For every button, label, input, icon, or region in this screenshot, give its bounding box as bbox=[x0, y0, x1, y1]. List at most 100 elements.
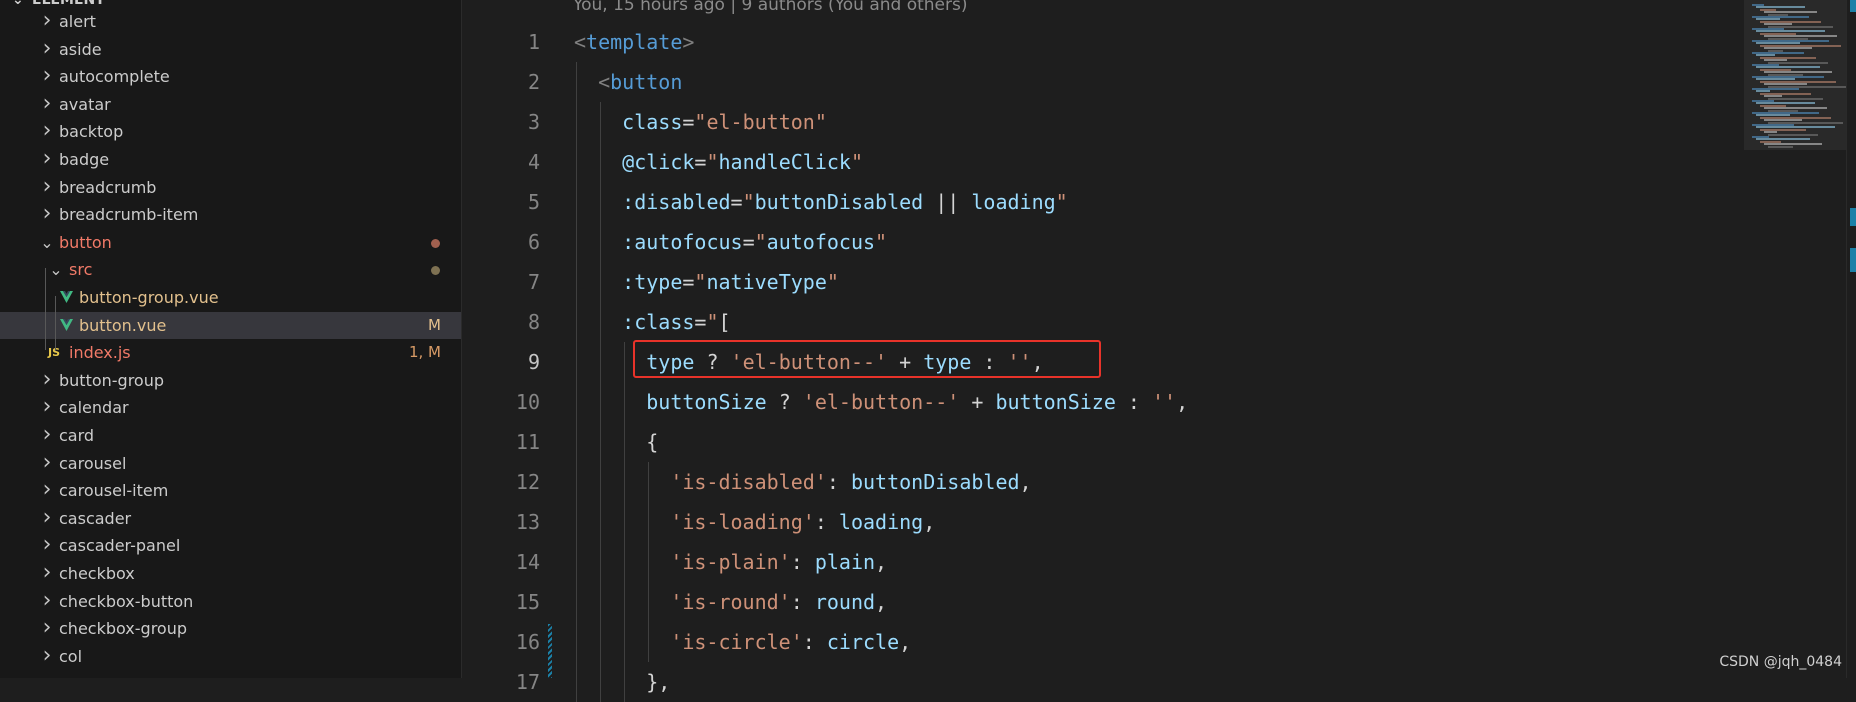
chevron-right-icon: › bbox=[42, 90, 52, 116]
indent-guide bbox=[576, 502, 577, 542]
tree-item-button-vue[interactable]: button.vue M bbox=[0, 311, 461, 340]
chevron-right-icon: › bbox=[42, 587, 52, 613]
code-line[interactable]: 13 'is-loading': loading, bbox=[462, 502, 1744, 542]
code-line[interactable]: 14 'is-plain': plain, bbox=[462, 542, 1744, 582]
indent-guide bbox=[600, 142, 602, 182]
code-text: { bbox=[646, 430, 659, 454]
indent-guide bbox=[576, 622, 577, 662]
indent-guide bbox=[624, 542, 626, 582]
tree-item-breadcrumb[interactable]: › breadcrumb bbox=[0, 174, 461, 202]
indent-guide bbox=[576, 142, 577, 182]
code-line[interactable]: 15 'is-round': round, bbox=[462, 582, 1744, 622]
tree-item-button-group-vue[interactable]: button-group.vue bbox=[0, 284, 461, 312]
tree-item-autocomplete[interactable]: › autocomplete bbox=[0, 63, 461, 91]
git-blame-codelens[interactable]: You, 15 hours ago | 9 authors (You and o… bbox=[573, 0, 968, 15]
tree-item-col[interactable]: › col bbox=[0, 643, 461, 671]
code-line[interactable]: 7:type="nativeType" bbox=[462, 262, 1744, 302]
code-line[interactable]: 6:autofocus="autofocus" bbox=[462, 222, 1744, 262]
code-text: 'is-circle': circle, bbox=[670, 630, 912, 654]
indent-guide bbox=[600, 262, 602, 302]
code-line[interactable]: 16 'is-circle': circle, bbox=[462, 622, 1744, 662]
tree-item-label: checkbox bbox=[59, 564, 135, 583]
chevron-right-icon: › bbox=[42, 63, 52, 89]
code-line[interactable]: 2 <button bbox=[462, 62, 1744, 102]
tree-item-badge[interactable]: › badge bbox=[0, 146, 461, 174]
tree-item-aside[interactable]: › aside bbox=[0, 36, 461, 64]
indent-guide bbox=[576, 422, 577, 462]
chevron-right-icon: › bbox=[42, 35, 52, 61]
indent-guide bbox=[576, 662, 577, 702]
tree-item-label: src bbox=[69, 260, 93, 280]
line-number: 2 bbox=[527, 70, 540, 94]
scrollbar-change-marker bbox=[1850, 208, 1856, 226]
chevron-right-icon: › bbox=[42, 560, 52, 585]
code-line[interactable]: 8:class="[ bbox=[462, 302, 1744, 342]
line-number: 11 bbox=[515, 430, 540, 454]
tree-item-avatar[interactable]: › avatar bbox=[0, 91, 461, 119]
code-editor[interactable]: You, 15 hours ago | 9 authors (You and o… bbox=[462, 0, 1744, 702]
tree-item-cascader[interactable]: › cascader bbox=[0, 505, 461, 533]
diff-gutter-indicator[interactable] bbox=[548, 624, 552, 678]
tree-item-src[interactable]: ⌄ src bbox=[0, 256, 461, 284]
tree-item-carousel-item[interactable]: › carousel-item bbox=[0, 477, 461, 505]
code-line[interactable]: 4 @click="handleClick" bbox=[462, 142, 1744, 182]
js-file-icon: JS bbox=[48, 346, 61, 360]
code-line[interactable]: 17}, bbox=[462, 662, 1744, 702]
tree-item-index-js[interactable]: JS index.js 1, M bbox=[0, 339, 461, 367]
chevron-right-icon: › bbox=[42, 642, 52, 668]
tree-item-card[interactable]: › card bbox=[0, 422, 461, 450]
indent-guide bbox=[600, 302, 602, 342]
tree-item-alert[interactable]: › alert bbox=[0, 8, 461, 36]
line-number: 4 bbox=[527, 150, 540, 174]
code-text: <template> bbox=[574, 30, 695, 54]
tree-item-carousel[interactable]: › carousel bbox=[0, 450, 461, 478]
code-line[interactable]: 1 <template> bbox=[462, 22, 1744, 62]
line-number: 17 bbox=[515, 670, 540, 694]
minimap-line bbox=[1768, 133, 1818, 136]
code-text: 'is-loading': loading, bbox=[670, 510, 936, 534]
indent-guide bbox=[576, 62, 577, 102]
code-text: 'is-plain': plain, bbox=[670, 550, 888, 574]
line-number: 7 bbox=[527, 270, 540, 294]
indent-guide bbox=[624, 662, 626, 702]
vue-file-icon bbox=[60, 318, 73, 331]
indent-guide bbox=[576, 182, 577, 222]
tree-item-label: cascader-panel bbox=[59, 536, 181, 556]
tree-item-label: button-group.vue bbox=[79, 288, 219, 307]
tree-item-cascader-panel[interactable]: › cascader-panel bbox=[0, 532, 461, 560]
tree-item-checkbox-button[interactable]: › checkbox-button bbox=[0, 588, 461, 616]
indent-guide bbox=[624, 462, 626, 502]
vue-file-icon bbox=[60, 291, 73, 303]
tree-item-button[interactable]: ⌄ button bbox=[0, 229, 461, 257]
tree-item-label: autocomplete bbox=[59, 67, 170, 87]
code-line[interactable]: 12 'is-disabled': buttonDisabled, bbox=[462, 462, 1744, 502]
indent-guide bbox=[576, 342, 577, 382]
line-number: 14 bbox=[515, 550, 540, 574]
indent-guide bbox=[648, 542, 650, 582]
git-status-badge: 1, M bbox=[408, 343, 441, 362]
code-line[interactable]: 5:disabled="buttonDisabled || loading" bbox=[462, 182, 1744, 222]
indent-guide bbox=[576, 302, 577, 342]
minimap[interactable] bbox=[1744, 0, 1856, 678]
vertical-scrollbar[interactable] bbox=[1846, 0, 1856, 678]
tree-item-label: button bbox=[59, 232, 112, 252]
indent-guide bbox=[576, 222, 577, 262]
tree-item-button-group[interactable]: › button-group bbox=[0, 367, 461, 395]
indent-guide bbox=[600, 222, 602, 262]
line-number: 16 bbox=[515, 630, 540, 654]
tree-item-backtop[interactable]: › backtop bbox=[0, 118, 461, 146]
tree-item-calendar[interactable]: › calendar bbox=[0, 394, 461, 422]
indent-guide bbox=[648, 582, 650, 622]
indent-guide bbox=[600, 182, 602, 222]
chevron-down-icon: ⌄ bbox=[40, 232, 54, 252]
code-line[interactable]: 11 { bbox=[462, 422, 1744, 462]
line-number: 3 bbox=[527, 110, 540, 134]
code-line[interactable]: 3 class="el-button" bbox=[462, 102, 1744, 142]
chevron-right-icon: › bbox=[42, 477, 52, 503]
indent-guide bbox=[624, 382, 626, 422]
tree-item-breadcrumb-item[interactable]: › breadcrumb-item bbox=[0, 201, 461, 229]
tree-item-checkbox[interactable]: › checkbox bbox=[0, 560, 461, 588]
highlight-annotation-box bbox=[633, 340, 1101, 378]
tree-item-checkbox-group[interactable]: › checkbox-group bbox=[0, 615, 461, 643]
code-line[interactable]: 10 buttonSize ? 'el-button--' + buttonSiz… bbox=[462, 382, 1744, 422]
